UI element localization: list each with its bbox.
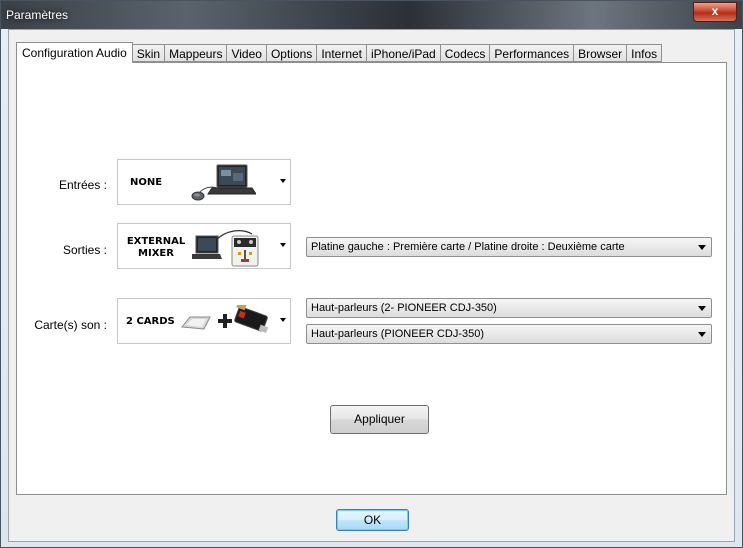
audio-config-panel: Entrées : NONE Sorties : EXTERNAL MIXER …	[16, 62, 727, 495]
laptop-with-mouse-icon	[191, 164, 256, 201]
sound-cards-label: Carte(s) son :	[34, 318, 107, 332]
laptop-with-mixer-icon	[192, 230, 259, 267]
tab-browser[interactable]: Browser	[574, 44, 628, 62]
tab-skin[interactable]: Skin	[132, 44, 166, 62]
output-routing-value: Platine gauche : Première carte / Platin…	[311, 241, 625, 253]
inputs-device-selector[interactable]: NONE	[117, 159, 291, 205]
sound-card-2-select[interactable]: Haut-parleurs (PIONEER CDJ-350)	[306, 324, 712, 344]
tab-mappeurs[interactable]: Mappeurs	[165, 44, 228, 62]
tab-iphone-ipad[interactable]: iPhone/iPad	[367, 44, 441, 62]
sound-cards-device-selector[interactable]: 2 CARDS	[117, 298, 291, 344]
chevron-down-icon	[698, 306, 706, 311]
sound-cards-device-text: 2 CARDS	[126, 316, 175, 327]
inputs-device-text: NONE	[130, 177, 163, 188]
outputs-device-selector[interactable]: EXTERNAL MIXER	[117, 223, 291, 269]
chevron-down-icon	[698, 245, 706, 250]
apply-button[interactable]: Appliquer	[330, 405, 429, 434]
settings-window: Paramètres x Configuration Audio Skin Ma…	[0, 0, 743, 548]
chevron-down-icon	[698, 332, 706, 337]
chevron-down-icon	[280, 179, 286, 183]
tab-bar: Configuration Audio Skin Mappeurs Video …	[16, 42, 663, 63]
outputs-device-line1: EXTERNAL	[126, 236, 186, 247]
inputs-label: Entrées :	[58, 178, 107, 192]
dialog-client: Configuration Audio Skin Mappeurs Video …	[8, 29, 735, 542]
outputs-device-line2: MIXER	[138, 248, 174, 259]
tab-infos[interactable]: Infos	[627, 44, 663, 62]
sound-card-1-value: Haut-parleurs (2- PIONEER CDJ-350)	[311, 302, 497, 314]
chevron-down-icon	[280, 318, 286, 322]
sound-card-2-value: Haut-parleurs (PIONEER CDJ-350)	[311, 328, 484, 340]
title-bar[interactable]: Paramètres x	[1, 1, 742, 29]
ok-button[interactable]: OK	[336, 509, 409, 531]
sound-card-1-select[interactable]: Haut-parleurs (2- PIONEER CDJ-350)	[306, 298, 712, 318]
window-title: Paramètres	[6, 8, 69, 22]
close-button[interactable]: x	[693, 2, 737, 22]
tab-codecs[interactable]: Codecs	[440, 44, 491, 62]
chevron-down-icon	[280, 243, 286, 247]
tab-internet[interactable]: Internet	[317, 44, 368, 62]
outputs-label: Sorties :	[62, 243, 107, 257]
tab-video[interactable]: Video	[227, 44, 267, 62]
outputs-device-text: EXTERNAL MIXER	[124, 236, 188, 260]
tab-performances[interactable]: Performances	[490, 44, 575, 62]
output-routing-select[interactable]: Platine gauche : Première carte / Platin…	[306, 237, 712, 257]
two-sound-cards-icon	[181, 305, 269, 334]
tab-configuration-audio[interactable]: Configuration Audio	[16, 42, 133, 63]
tab-options[interactable]: Options	[266, 44, 318, 62]
